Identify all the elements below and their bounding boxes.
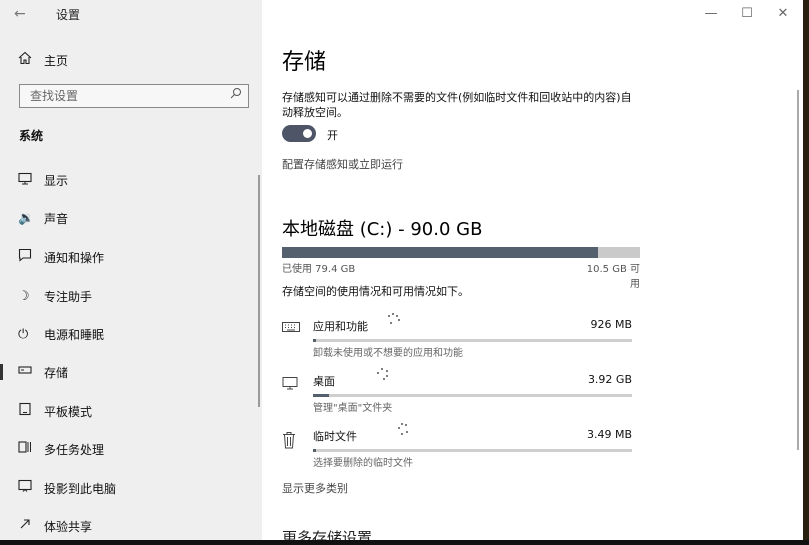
sidebar-item-project[interactable]: 投影到此电脑 <box>0 476 262 500</box>
category-size: 3.49 MB <box>586 428 632 441</box>
speaker-icon: 🔉 <box>18 210 35 226</box>
search-box[interactable] <box>19 84 249 108</box>
sidebar-item-display[interactable]: 显示 <box>0 168 262 192</box>
category-name: 应用和功能 <box>313 320 368 333</box>
loading-spinner-icon <box>382 313 404 331</box>
sidebar-item-label: 电源和睡眠 <box>44 327 105 342</box>
taskbar-edge <box>0 540 809 545</box>
category-apps[interactable]: 应用和功能 926 MB 卸载未使用或不想要的应用和功能 <box>282 313 642 363</box>
desktop-icon <box>282 376 302 394</box>
close-icon: ✕ <box>777 6 789 21</box>
section-title: 系统 <box>19 129 44 143</box>
power-icon: ⏻ <box>18 326 29 342</box>
main-content: 存储 存储感知可以通过删除不需要的文件(例如临时文件和回收站中的内容)自动释放空… <box>262 0 803 540</box>
loading-spinner-icon <box>394 423 416 441</box>
moon-icon: ☽ <box>18 288 30 304</box>
sidebar-item-shared-experiences[interactable]: 体验共享 <box>0 514 262 538</box>
monitor-icon <box>18 172 38 189</box>
sidebar-item-label: 专注助手 <box>44 289 93 304</box>
category-description: 选择要删除的临时文件 <box>313 458 413 469</box>
sidebar-item-label: 通知和操作 <box>44 250 105 265</box>
category-usage-fill <box>313 449 317 452</box>
search-input[interactable] <box>28 88 222 104</box>
category-usage-fill <box>313 339 317 342</box>
project-icon <box>18 479 38 497</box>
sidebar-item-label: 投影到此电脑 <box>44 481 117 496</box>
notification-icon <box>18 248 38 266</box>
back-button[interactable]: ← <box>14 4 36 24</box>
category-usage-bar <box>313 339 632 342</box>
loading-spinner-icon <box>374 368 396 386</box>
sidebar-item-label: 存储 <box>44 365 69 380</box>
sidebar-scrollbar[interactable] <box>258 175 260 407</box>
sidebar-item-power[interactable]: ⏻ 电源和睡眠 <box>0 322 262 346</box>
sidebar: ← 设置 主页 系统 显示 🔉 声音 <box>0 0 262 540</box>
category-usage-bar <box>313 394 632 397</box>
sidebar-item-label: 主页 <box>44 53 69 68</box>
sidebar-item-multitasking[interactable]: 多任务处理 <box>0 437 262 461</box>
category-name: 桌面 <box>313 375 335 388</box>
category-name: 临时文件 <box>313 430 357 443</box>
toggle-label: 开 <box>327 129 338 142</box>
sidebar-item-notifications[interactable]: 通知和操作 <box>0 245 262 269</box>
home-icon <box>18 51 38 69</box>
category-description: 管理"桌面"文件夹 <box>313 403 393 414</box>
disk-usage-bar <box>282 247 640 258</box>
share-icon <box>18 517 38 535</box>
category-usage-bar <box>313 449 632 452</box>
usage-header: 存储空间的使用情况和可用情况如下。 <box>282 285 469 298</box>
multitask-icon <box>18 440 38 458</box>
window-title: 设置 <box>56 8 81 22</box>
maximize-button[interactable]: ☐ <box>737 5 757 23</box>
sidebar-item-label: 平板模式 <box>44 404 93 419</box>
sidebar-item-storage[interactable]: 存储 <box>0 360 262 384</box>
sidebar-item-home[interactable]: 主页 <box>18 50 68 70</box>
disk-usage-fill <box>282 247 598 258</box>
sidebar-item-label: 声音 <box>44 211 69 226</box>
tablet-icon <box>18 402 38 420</box>
sidebar-item-label: 体验共享 <box>44 519 93 534</box>
selection-indicator <box>0 364 3 380</box>
more-storage-settings-heading: 更多存储设置 <box>282 529 373 540</box>
used-space-text: 已使用 79.4 GB <box>282 264 356 275</box>
category-temp-files[interactable]: 临时文件 3.49 MB 选择要删除的临时文件 <box>282 423 642 473</box>
sidebar-item-focus-assist[interactable]: ☽ 专注助手 <box>0 284 262 308</box>
sidebar-item-label: 显示 <box>44 173 69 188</box>
desktop-background-strip <box>803 0 809 545</box>
close-button[interactable]: ✕ <box>773 5 793 23</box>
content-scrollbar[interactable] <box>797 90 799 450</box>
free-space-text: 10.5 GB 可用 <box>586 264 640 290</box>
sidebar-item-sound[interactable]: 🔉 声音 <box>0 206 262 230</box>
storage-sense-toggle[interactable] <box>282 125 316 142</box>
show-more-categories-link[interactable]: 显示更多类别 <box>282 480 348 496</box>
category-size: 3.92 GB <box>587 373 632 386</box>
storage-sense-description: 存储感知可以通过删除不需要的文件(例如临时文件和回收站中的内容)自动释放空间。 <box>282 91 632 119</box>
maximize-icon: ☐ <box>741 6 753 21</box>
category-usage-fill <box>313 394 329 397</box>
search-icon[interactable] <box>230 87 242 103</box>
category-desktop[interactable]: 桌面 3.92 GB 管理"桌面"文件夹 <box>282 368 642 418</box>
settings-window: ← 设置 主页 系统 显示 🔉 声音 <box>0 0 803 540</box>
category-description: 卸载未使用或不想要的应用和功能 <box>313 348 463 359</box>
disk-title: 本地磁盘 (C:) - 90.0 GB <box>282 219 483 240</box>
category-size: 926 MB <box>590 318 632 331</box>
keyboard-icon <box>282 321 302 337</box>
page-title: 存储 <box>282 50 327 75</box>
sidebar-item-tablet[interactable]: 平板模式 <box>0 399 262 423</box>
storage-icon <box>18 364 38 380</box>
minimize-button[interactable]: — <box>701 5 721 23</box>
trash-icon <box>282 431 302 453</box>
sidebar-item-label: 多任务处理 <box>44 442 105 457</box>
minimize-icon: — <box>704 6 718 21</box>
toggle-knob <box>303 129 312 138</box>
configure-storage-sense-link[interactable]: 配置存储感知或立即运行 <box>282 156 403 172</box>
arrow-left-icon: ← <box>14 6 26 22</box>
